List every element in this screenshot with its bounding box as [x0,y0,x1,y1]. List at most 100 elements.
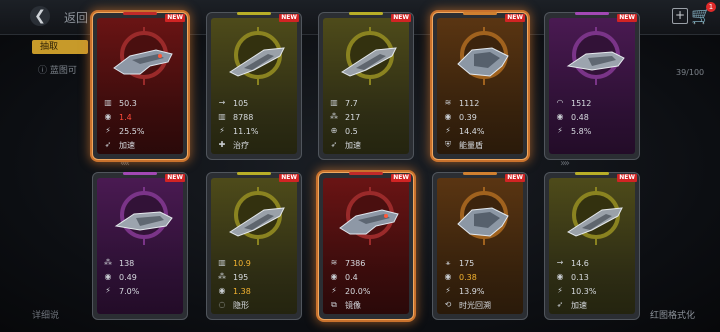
stat-value: 隐形 [233,300,249,310]
hull-icon: ≋ [330,258,338,267]
crit-icon: ⚡ [331,286,337,295]
crit-icon: ⚡ [445,286,451,295]
card-body: ▥ 50.3 ◉ 1.4 ⚡ 25.5% ➶ 加速 [97,18,183,154]
stat-row: ≋ 7386 [329,256,409,270]
rarity-bar [237,12,271,15]
ship-image [562,42,630,86]
stat-row: ◉ 1.38 [217,284,297,298]
stat-list: ▥ 50.3 ◉ 1.4 ⚡ 25.5% ➶ 加速 [103,96,183,152]
blueprint-card[interactable]: ⁂ 138 ◉ 0.49 ⚡ 7.0% NEW [92,172,188,320]
card-body: ▥ 10.9 ⁂ 195 ◉ 1.38 ◌ 隐形 [211,178,297,314]
details-button[interactable]: 详细说 [32,308,59,321]
stat-value: 治疗 [233,140,249,150]
stat-list: ⁂ 138 ◉ 0.49 ⚡ 7.0% [103,256,183,298]
shield-icon: ⛨ [445,140,451,149]
stat-value: 8788 [233,112,254,122]
range-icon: → [556,258,564,267]
shots-icon: ⁂ [330,112,338,121]
crit-icon: ⚡ [557,126,563,135]
blueprint-card[interactable]: ◠ 1512 ◉ 0.48 ⚡ 5.8% NEW [544,12,640,160]
stat-value: 14.4% [459,126,485,136]
stat-row: ⚹ 175 [443,256,523,270]
stat-value: 20.0% [345,286,371,296]
stat-row: ⚡ 14.4% [443,124,523,138]
speed-icon: ➶ [104,140,112,149]
rarity-bar [123,12,157,15]
crit-icon: ⚡ [557,286,563,295]
blueprint-card[interactable]: → 105 ▥ 8788 ⚡ 11.1% ✚ 治疗 NEW [206,12,302,160]
stat-value: 0.39 [459,112,477,122]
stat-row: ⁂ 138 [103,256,183,270]
ship-image [336,42,404,86]
crit-icon: ⚡ [445,126,451,135]
stat-value: 0.13 [571,272,589,282]
blueprint-card[interactable]: ≋ 7386 ◉ 0.4 ⚡ 20.0% ⧉ 镜像 NEW [318,172,414,320]
crit-icon: ⚡ [219,126,225,135]
stat-value: 11.1% [233,126,259,136]
stat-row: ➶ 加速 [555,298,635,312]
draw-tag[interactable]: 抽取 [32,40,88,54]
speed-icon: ➶ [556,300,564,309]
new-badge: NEW [617,14,637,22]
blueprint-card[interactable]: ▥ 10.9 ⁂ 195 ◉ 1.38 ◌ 隐形 NEW [206,172,302,320]
stat-value: 195 [233,272,249,282]
new-badge: NEW [165,174,185,182]
stat-value: 0.4 [345,272,358,282]
damage-icon: ▥ [104,98,112,107]
back-label[interactable]: 返回 [64,9,88,26]
blueprint-info: ⓘ 蓝图可 [38,66,77,76]
stat-row: ▥ 50.3 [103,96,183,110]
stat-row: ≋ 1112 [443,96,523,110]
stat-row: ⧉ 镜像 [329,298,409,312]
stat-row: ▥ 8788 [217,110,297,124]
stat-row: ✚ 治疗 [217,138,297,152]
stat-row: ➶ 加速 [103,138,183,152]
back-arrow-icon[interactable]: ❮ [30,6,50,26]
blueprint-card[interactable]: ▥ 7.7 ⁂ 217 ⊕ 0.5 ➶ 加速 NEW [318,12,414,160]
stat-value: 加速 [345,140,361,150]
stat-value: 217 [345,112,361,122]
stat-row: ◉ 1.4 [103,110,183,124]
speed-icon: ➶ [330,140,338,149]
ship-image [224,42,292,86]
stat-value: 0.5 [345,126,358,136]
new-badge: NEW [505,174,525,182]
reload-icon: ◉ [444,272,452,281]
signal-icon: ◠ [556,98,564,107]
stat-value: 1512 [571,98,592,108]
rarity-bar [575,12,609,15]
shots-icon: ⁂ [104,258,112,267]
rarity-bar [349,12,383,15]
add-icon[interactable]: + [672,8,688,24]
blueprint-card[interactable]: ⚹ 175 ◉ 0.38 ⚡ 13.9% ⟲ 时光回溯 NEW [432,172,528,320]
blueprint-card[interactable]: → 14.6 ◉ 0.13 ⚡ 10.3% ➶ 加速 NEW [544,172,640,320]
stat-value: 加速 [119,140,135,150]
stealth-icon: ◌ [218,300,226,309]
reload-icon: ◉ [330,272,338,281]
stat-value: 1.38 [233,286,251,296]
blueprint-card[interactable]: ▥ 50.3 ◉ 1.4 ⚡ 25.5% ➶ 加速 NEW [92,12,188,160]
stat-value: 25.5% [119,126,145,136]
stat-row: ◉ 0.48 [555,110,635,124]
stat-list: ≋ 7386 ◉ 0.4 ⚡ 20.0% ⧉ 镜像 [329,256,409,312]
new-badge: NEW [391,14,411,22]
stat-row: ⊕ 0.5 [329,124,409,138]
blueprint-card[interactable]: ≋ 1112 ◉ 0.39 ⚡ 14.4% ⛨ 能量盾 NEW [432,12,528,160]
format-red-button[interactable]: 红图格式化 [650,308,695,321]
ship-image [224,202,292,246]
stat-list: ▥ 10.9 ⁂ 195 ◉ 1.38 ◌ 隐形 [217,256,297,312]
card-body: ▥ 7.7 ⁂ 217 ⊕ 0.5 ➶ 加速 [323,18,409,154]
new-badge: NEW [279,14,299,22]
new-badge: NEW [279,174,299,182]
stat-value: 5.8% [571,126,592,136]
rarity-bar [463,172,497,175]
rarity-bar [349,172,383,175]
reload-icon: ◉ [104,112,112,121]
stat-row: ▥ 10.9 [217,256,297,270]
stat-value: 能量盾 [459,140,483,150]
stat-value: 1.4 [119,112,132,122]
mirror-icon: ⧉ [331,300,337,309]
stat-row: ◉ 0.4 [329,270,409,284]
stat-value: 7.0% [119,286,140,296]
stat-value: 1112 [459,98,480,108]
